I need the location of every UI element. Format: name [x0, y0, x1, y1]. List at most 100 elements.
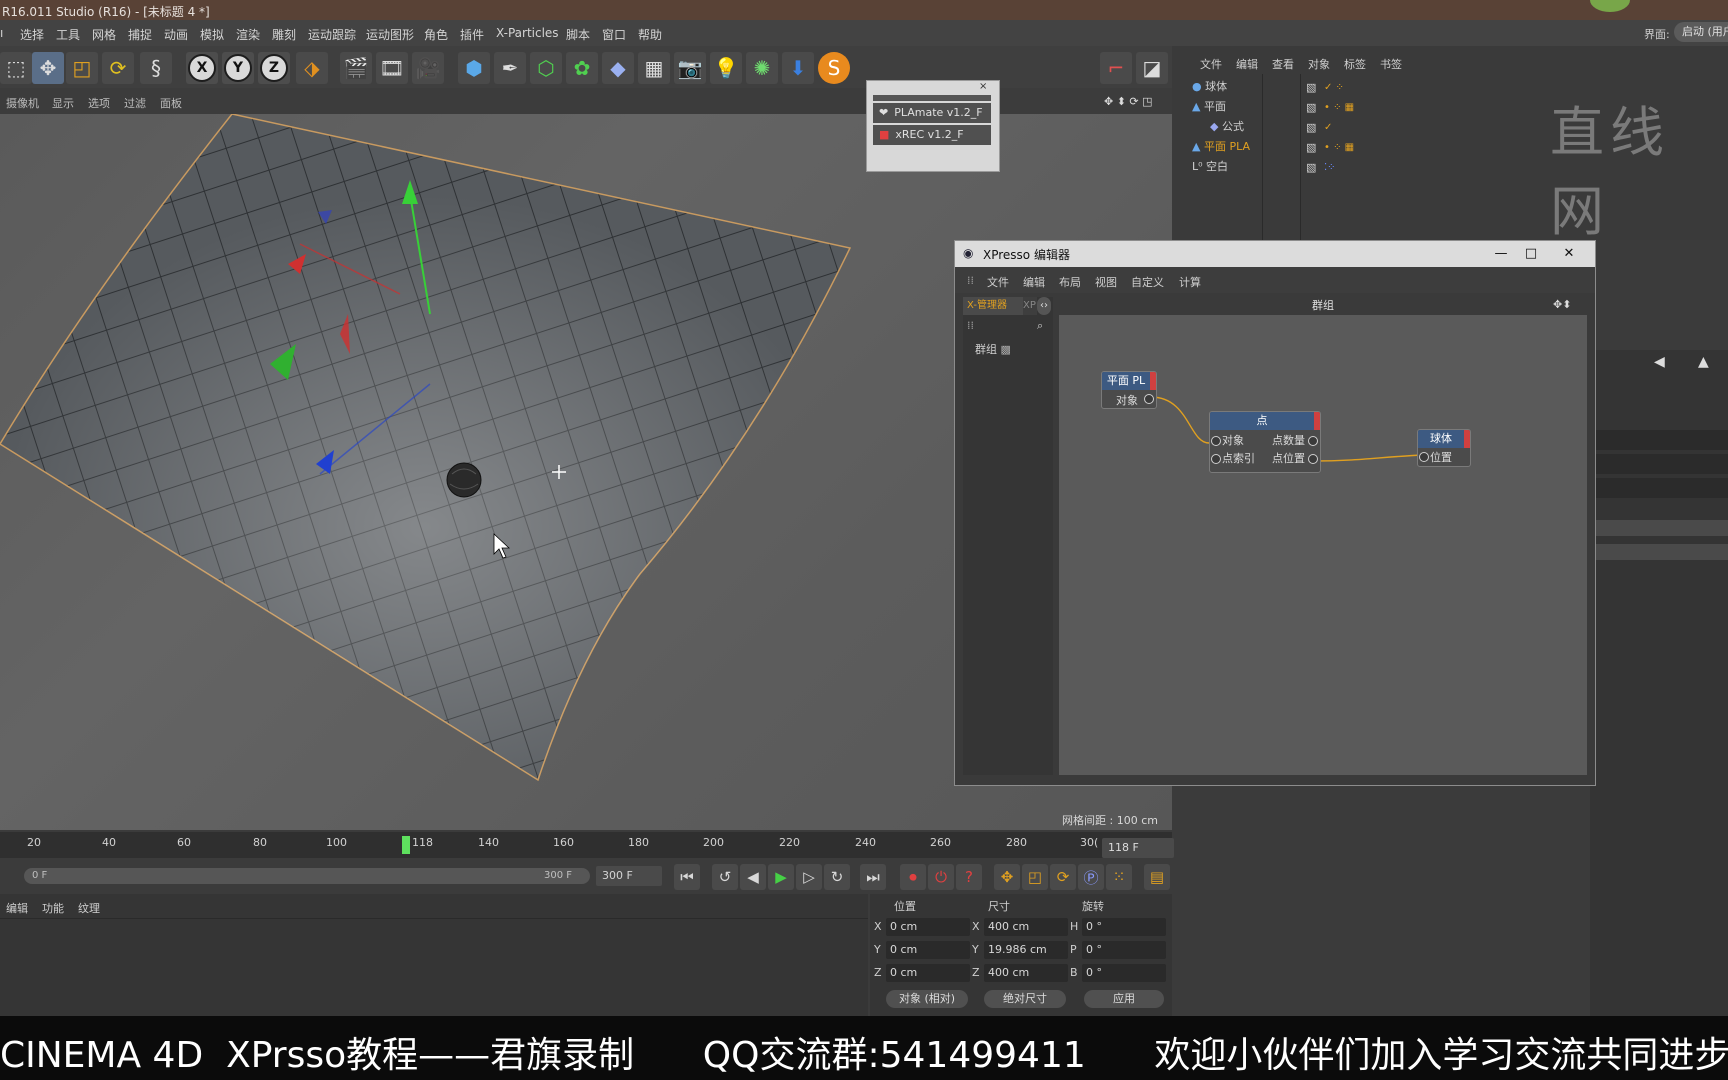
- node-point[interactable]: 点 对象 点索引 点数量 点位置: [1209, 411, 1321, 473]
- menu-mograph[interactable]: 运动图形: [366, 26, 414, 43]
- om-menu-objects[interactable]: 对象: [1308, 56, 1330, 72]
- vp-menu-display[interactable]: 显示: [52, 95, 74, 111]
- y-axis-lock-icon[interactable]: Y: [222, 52, 254, 84]
- pos-y-field[interactable]: 0 cm: [886, 941, 970, 959]
- xpresso-title-bar[interactable]: ◉ XPresso 编辑器 — □ ✕: [955, 241, 1595, 267]
- x-manager-tab[interactable]: X-管理器: [963, 297, 1023, 315]
- workplane-icon[interactable]: ◪: [1136, 52, 1168, 84]
- playhead-marker[interactable]: [402, 836, 410, 854]
- pos-z-field[interactable]: 0 cm: [886, 964, 970, 982]
- close-icon[interactable]: ×: [979, 81, 987, 92]
- record-icon[interactable]: ⏺: [900, 864, 926, 890]
- rot-b-field[interactable]: 0 °: [1082, 964, 1166, 982]
- om-menu-bookmarks[interactable]: 书签: [1380, 56, 1402, 72]
- output-port[interactable]: [1308, 454, 1318, 464]
- play-icon[interactable]: ▶: [768, 864, 794, 890]
- light-icon[interactable]: 💡: [710, 52, 742, 84]
- xp-menu-file[interactable]: 文件: [987, 274, 1009, 290]
- menu-xparticles[interactable]: X-Particles: [496, 26, 559, 40]
- go-to-end-icon[interactable]: ⏭: [860, 864, 886, 890]
- pos-x-field[interactable]: 0 cm: [886, 918, 970, 936]
- maximize-icon[interactable]: □: [1519, 245, 1543, 263]
- menu-item[interactable]: ı: [0, 26, 3, 40]
- menu-snap[interactable]: 捕捉: [128, 26, 152, 43]
- spline-pen-icon[interactable]: ✒: [494, 52, 526, 84]
- cloner-icon[interactable]: ✿: [566, 52, 598, 84]
- key-position-icon[interactable]: ✥: [994, 864, 1020, 890]
- size-z-field[interactable]: 400 cm: [984, 964, 1068, 982]
- close-icon[interactable]: ✕: [1557, 245, 1581, 263]
- xp-menu-layout[interactable]: 布局: [1059, 274, 1081, 290]
- object-row[interactable]: L⁰ 空白: [1192, 158, 1228, 176]
- tab-scroll-icon[interactable]: ‹›: [1037, 297, 1051, 315]
- menu-render[interactable]: 渲染: [236, 26, 260, 43]
- size-y-field[interactable]: 19.986 cm: [984, 941, 1068, 959]
- minimize-icon[interactable]: —: [1489, 245, 1513, 263]
- live-select-icon[interactable]: ⬚: [0, 52, 32, 84]
- keyframe-help-icon[interactable]: ?: [956, 864, 982, 890]
- mat-tab-edit[interactable]: 编辑: [6, 900, 28, 916]
- node-sphere[interactable]: 球体 位置: [1417, 429, 1471, 467]
- tree-item-group[interactable]: 群组 ▩: [975, 341, 1011, 357]
- autokey-icon[interactable]: ⏻: [928, 864, 954, 890]
- output-port[interactable]: [1144, 394, 1154, 404]
- input-port[interactable]: [1211, 454, 1221, 464]
- menu-character[interactable]: 角色: [424, 26, 448, 43]
- object-row[interactable]: ◆ 公式: [1210, 118, 1244, 136]
- output-port[interactable]: [1308, 436, 1318, 446]
- render-settings-icon[interactable]: 🎥: [412, 52, 444, 84]
- move-tool-icon[interactable]: ✥: [32, 52, 64, 84]
- object-tags[interactable]: ✓ ⁘ • ⁘ ▦ ✓ • ⁘ ▦ ⁚⁘: [1306, 78, 1366, 178]
- plamate-item[interactable]: ❤ PLAmate v1.2_F: [873, 103, 991, 123]
- coord-mode-select[interactable]: 对象 (相对): [886, 990, 968, 1008]
- search-icon[interactable]: ⌕: [1037, 319, 1043, 333]
- menu-motion-tracking[interactable]: 运动跟踪: [308, 26, 356, 43]
- rot-p-field[interactable]: 0 °: [1082, 941, 1166, 959]
- s-plugin-icon[interactable]: S: [818, 52, 850, 84]
- mat-tab-texture[interactable]: 纹理: [78, 900, 100, 916]
- render-view-icon[interactable]: 🎬: [340, 52, 372, 84]
- z-axis-lock-icon[interactable]: Z: [258, 52, 290, 84]
- om-menu-tags[interactable]: 标签: [1344, 56, 1366, 72]
- key-rotation-icon[interactable]: ⟳: [1050, 864, 1076, 890]
- go-to-start-icon[interactable]: ⏮: [674, 864, 700, 890]
- size-x-field[interactable]: 400 cm: [984, 918, 1068, 936]
- apply-button[interactable]: 应用: [1084, 990, 1164, 1008]
- menu-sculpt[interactable]: 雕刻: [272, 26, 296, 43]
- vp-menu-filter[interactable]: 过滤: [124, 95, 146, 111]
- nav-up-icon[interactable]: ▲: [1698, 354, 1709, 370]
- next-key-icon[interactable]: ↻: [824, 864, 850, 890]
- xp-menu-calculate[interactable]: 计算: [1179, 274, 1201, 290]
- menu-window[interactable]: 窗口: [602, 26, 626, 43]
- next-frame-icon[interactable]: ▷: [796, 864, 822, 890]
- menu-select[interactable]: 选择: [20, 26, 44, 43]
- preview-range-slider[interactable]: 0 F 300 F: [24, 868, 590, 884]
- xpool-tab[interactable]: XP: [1023, 297, 1037, 315]
- deformer-icon[interactable]: ◆: [602, 52, 634, 84]
- key-pla-icon[interactable]: ⁙: [1106, 864, 1132, 890]
- key-param-icon[interactable]: Ⓟ: [1078, 864, 1104, 890]
- menu-script[interactable]: 脚本: [566, 26, 590, 43]
- object-row[interactable]: ▲ 平面: [1192, 98, 1226, 116]
- vp-menu-camera[interactable]: 摄像机: [6, 95, 39, 111]
- subdivision-icon[interactable]: ⬡: [530, 52, 562, 84]
- scale-tool-icon[interactable]: ◰: [66, 52, 98, 84]
- timeline-ruler[interactable]: 20 40 60 80 100 118 140 160 180 200 220 …: [0, 832, 1172, 858]
- input-port[interactable]: [1211, 436, 1221, 446]
- xp-menu-custom[interactable]: 自定义: [1131, 274, 1164, 290]
- nav-back-icon[interactable]: ◀: [1654, 354, 1665, 370]
- xp-menu-view[interactable]: 视图: [1095, 274, 1117, 290]
- object-row[interactable]: ● 球体: [1192, 78, 1227, 96]
- recent-tools-icon[interactable]: §: [140, 52, 172, 84]
- size-mode-select[interactable]: 绝对尺寸: [984, 990, 1066, 1008]
- prev-key-icon[interactable]: ↺: [712, 864, 738, 890]
- xpresso-node-canvas[interactable]: 群组 ✥⬍ 平面 PL 对象 点 对象 点索引 点数量 点位置 球体 位置: [1059, 297, 1587, 775]
- menu-animate[interactable]: 动画: [164, 26, 188, 43]
- current-frame-field[interactable]: 118 F: [1102, 838, 1174, 858]
- om-menu-view[interactable]: 查看: [1272, 56, 1294, 72]
- menu-help[interactable]: 帮助: [638, 26, 662, 43]
- xrec-item[interactable]: ■ xREC v1.2_F: [873, 125, 991, 145]
- floor-icon[interactable]: ▦: [638, 52, 670, 84]
- layout-select[interactable]: 启动 (用户: [1674, 22, 1728, 42]
- snap-icon[interactable]: ⌐: [1100, 52, 1132, 84]
